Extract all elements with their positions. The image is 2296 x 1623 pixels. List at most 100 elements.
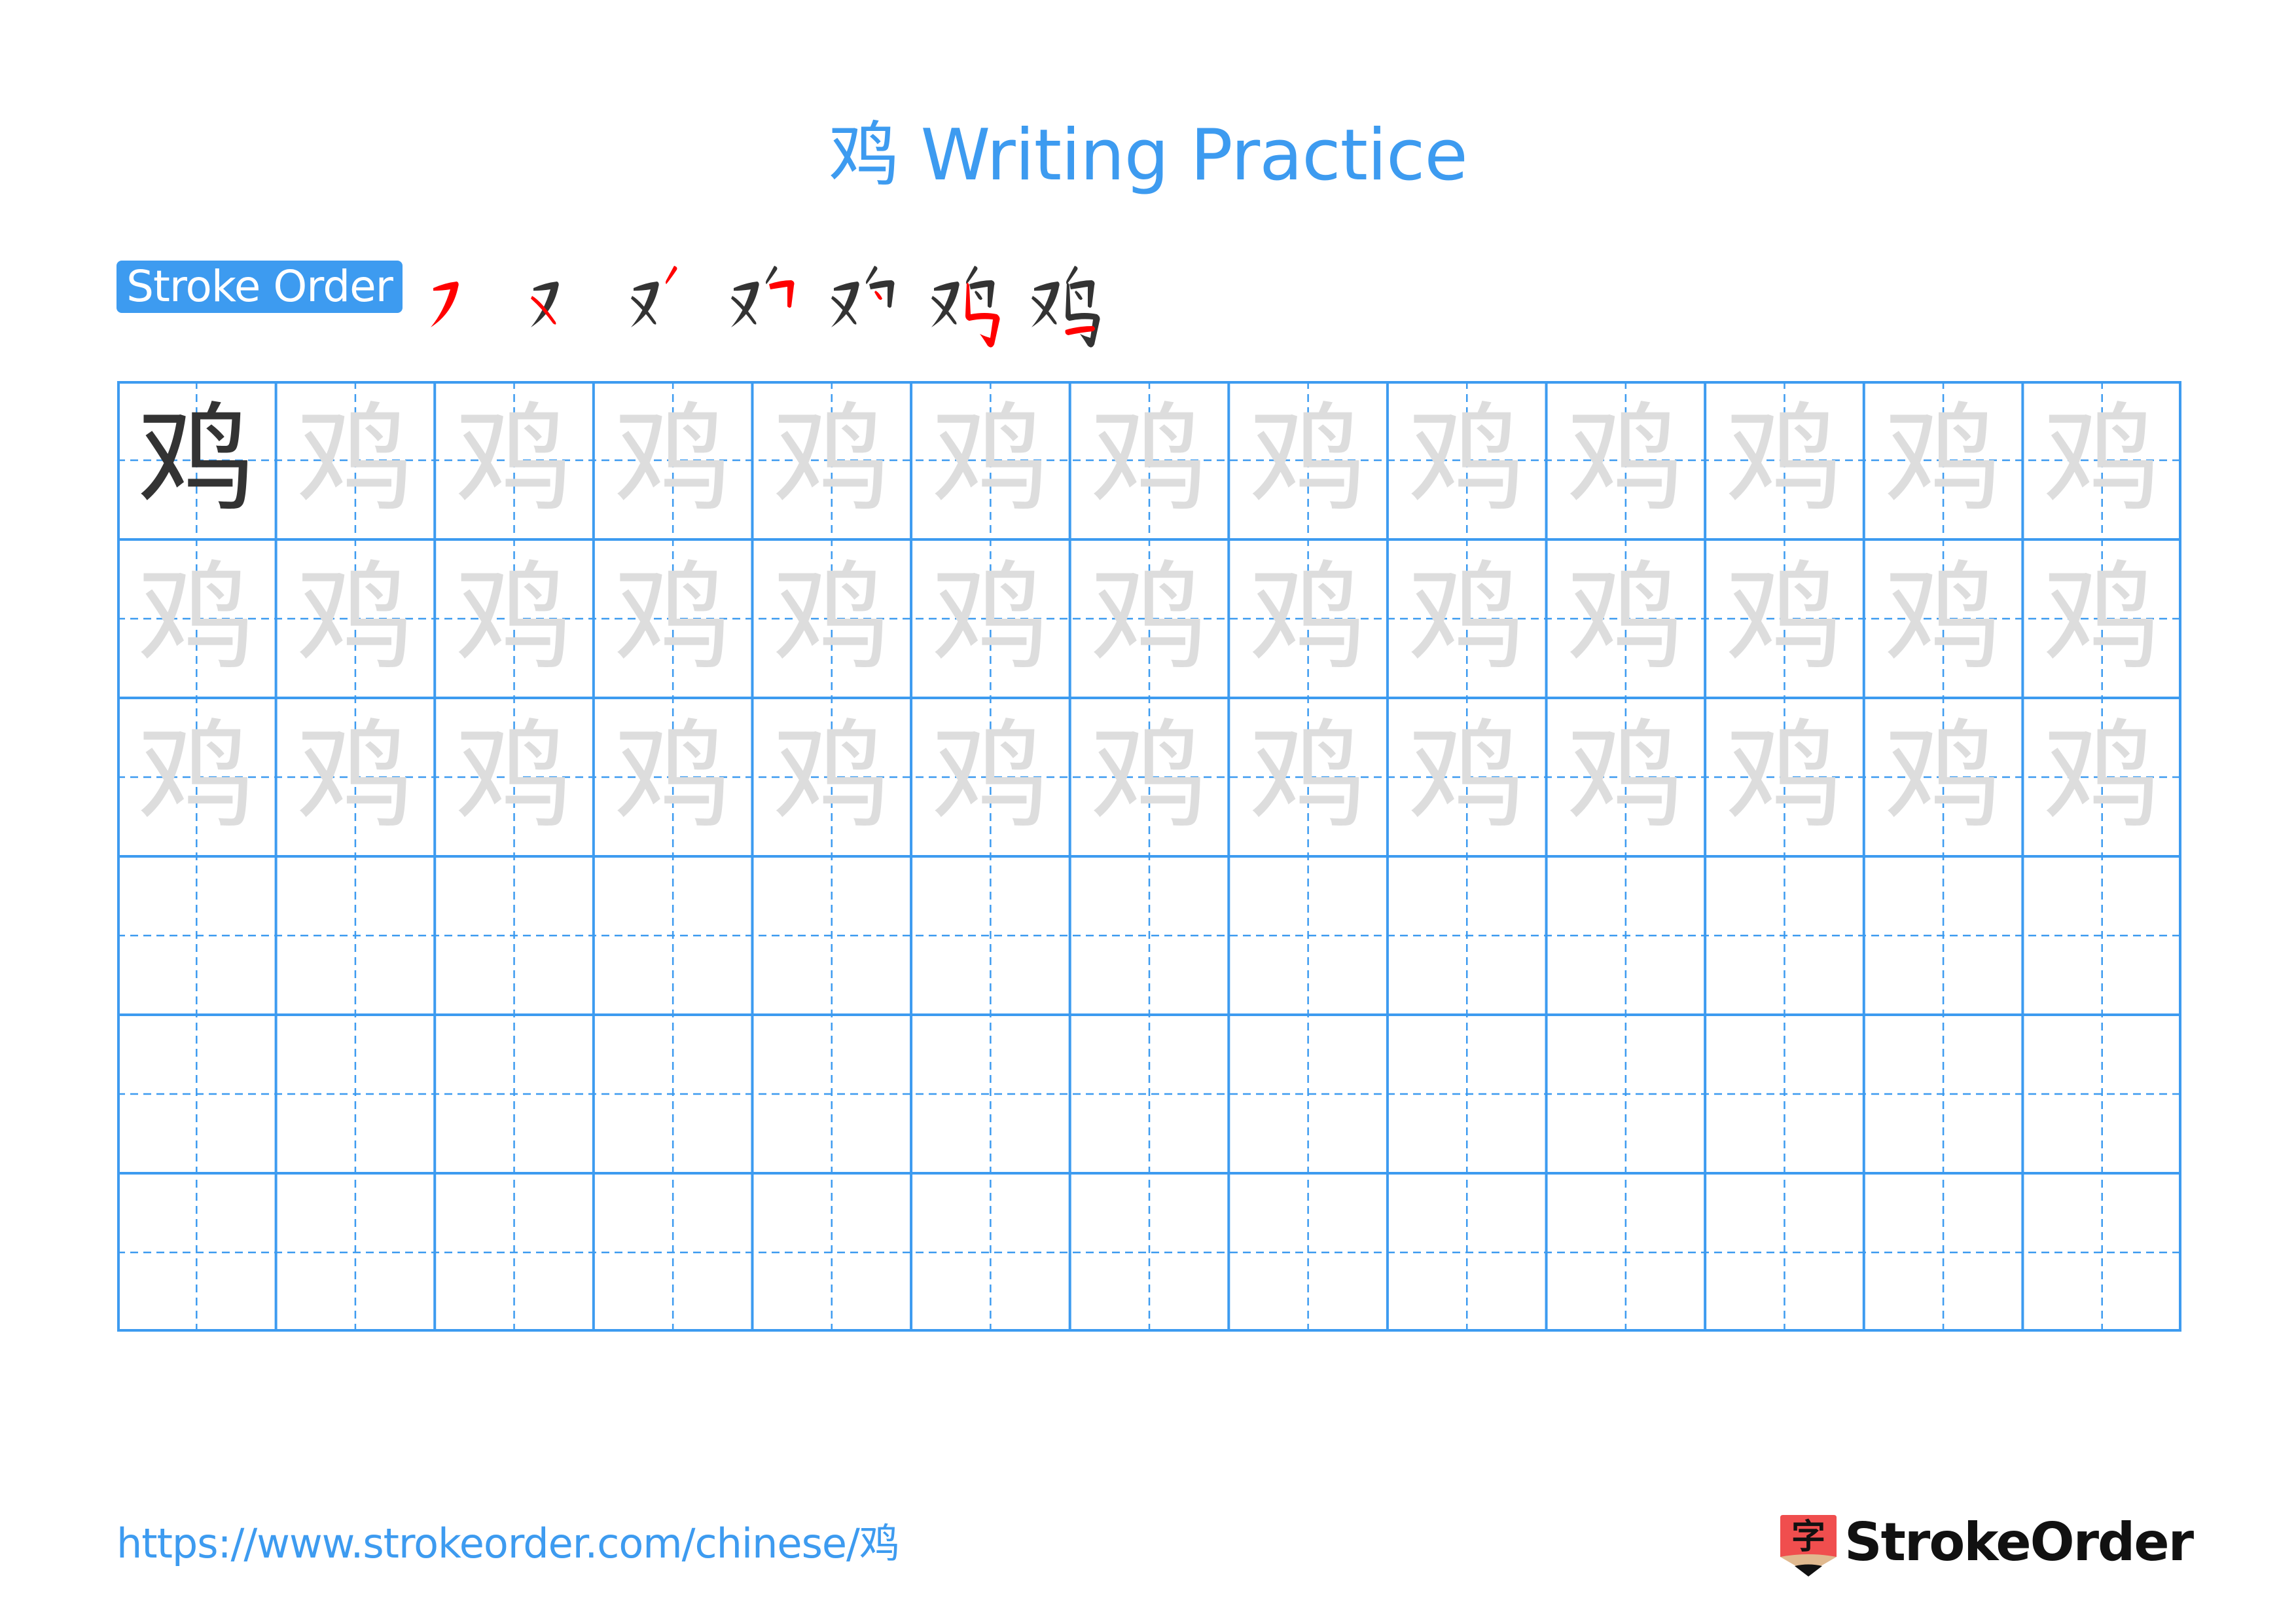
practice-cell[interactable] — [276, 1015, 435, 1173]
trace-character: 鸡 — [296, 392, 414, 528]
practice-cell[interactable]: 鸡 — [1229, 539, 1388, 698]
practice-cell[interactable]: 鸡 — [2022, 698, 2181, 856]
practice-cell[interactable]: 鸡 — [1864, 539, 2023, 698]
practice-cell[interactable]: 鸡 — [276, 539, 435, 698]
practice-cell[interactable] — [435, 1015, 594, 1173]
practice-cell[interactable] — [1547, 1173, 1706, 1332]
practice-cell[interactable]: 鸡 — [276, 698, 435, 856]
trace-character: 鸡 — [1725, 708, 1844, 845]
practice-cell[interactable]: 鸡 — [911, 698, 1070, 856]
stroke-step-5 — [819, 254, 918, 352]
practice-cell[interactable]: 鸡 — [1864, 381, 2023, 539]
practice-cell[interactable]: 鸡 — [1547, 381, 1706, 539]
trace-character: 鸡 — [772, 708, 891, 845]
practice-cell[interactable] — [1229, 1173, 1388, 1332]
practice-cell[interactable] — [2022, 1173, 2181, 1332]
trace-character: 鸡 — [1408, 550, 1526, 687]
practice-cell[interactable]: 鸡 — [1705, 381, 1864, 539]
practice-cell[interactable]: 鸡 — [435, 539, 594, 698]
trace-character: 鸡 — [1884, 392, 2003, 528]
trace-character: 鸡 — [1566, 708, 1685, 845]
practice-cell[interactable]: 鸡 — [752, 539, 911, 698]
practice-cell[interactable]: 鸡 — [1705, 539, 1864, 698]
practice-cell[interactable] — [1070, 1015, 1229, 1173]
trace-character: 鸡 — [2043, 392, 2161, 528]
logo-wordmark: StrokeOrder — [1844, 1512, 2194, 1573]
practice-cell[interactable] — [2022, 1015, 2181, 1173]
practice-cell[interactable] — [752, 856, 911, 1015]
practice-cell[interactable] — [1705, 1015, 1864, 1173]
practice-cell[interactable]: 鸡 — [1070, 698, 1229, 856]
practice-cell[interactable]: 鸡 — [1388, 539, 1547, 698]
practice-cell[interactable] — [911, 1015, 1070, 1173]
practice-cell[interactable]: 鸡 — [594, 539, 753, 698]
practice-cell[interactable] — [1070, 856, 1229, 1015]
practice-cell[interactable] — [1705, 856, 1864, 1015]
practice-cell[interactable]: 鸡 — [117, 698, 276, 856]
practice-cell[interactable] — [435, 1173, 594, 1332]
svg-text:字: 字 — [1791, 1518, 1825, 1557]
practice-cell[interactable]: 鸡 — [1070, 539, 1229, 698]
practice-cell[interactable]: 鸡 — [1547, 698, 1706, 856]
stroke-step-7-glyph-icon — [1031, 266, 1100, 348]
practice-cell[interactable] — [752, 1015, 911, 1173]
practice-cell[interactable] — [911, 856, 1070, 1015]
trace-character: 鸡 — [931, 550, 1050, 687]
practice-cell[interactable]: 鸡 — [1705, 698, 1864, 856]
practice-cell[interactable] — [594, 1173, 753, 1332]
practice-cell[interactable] — [1705, 1173, 1864, 1332]
practice-cell[interactable] — [1229, 1015, 1388, 1173]
practice-cell[interactable] — [1388, 856, 1547, 1015]
practice-cell[interactable] — [1547, 856, 1706, 1015]
practice-cell[interactable]: 鸡 — [911, 381, 1070, 539]
practice-cell[interactable] — [117, 1173, 276, 1332]
practice-cell[interactable] — [276, 1173, 435, 1332]
trace-character: 鸡 — [2043, 708, 2161, 845]
practice-cell[interactable] — [911, 1173, 1070, 1332]
practice-cell[interactable]: 鸡 — [594, 381, 753, 539]
practice-cell[interactable] — [1864, 1173, 2023, 1332]
practice-cell[interactable] — [2022, 856, 2181, 1015]
practice-cell[interactable] — [594, 1015, 753, 1173]
stroke-step-5-glyph-icon — [831, 266, 895, 327]
practice-cell[interactable]: 鸡 — [1229, 698, 1388, 856]
practice-cell[interactable]: 鸡 — [911, 539, 1070, 698]
practice-cell[interactable] — [1547, 1015, 1706, 1173]
source-url-link[interactable]: https://www.strokeorder.com/chinese/鸡 — [117, 1518, 900, 1570]
practice-cell[interactable]: 鸡 — [752, 381, 911, 539]
practice-cell[interactable]: 鸡 — [276, 381, 435, 539]
practice-cell[interactable] — [1864, 856, 2023, 1015]
trace-character: 鸡 — [1408, 708, 1526, 845]
stroke-step-4 — [719, 254, 817, 352]
practice-cell[interactable] — [1388, 1015, 1547, 1173]
practice-cell[interactable]: 鸡 — [594, 698, 753, 856]
practice-cell[interactable] — [117, 856, 276, 1015]
practice-cell[interactable] — [1070, 1173, 1229, 1332]
practice-cell[interactable]: 鸡 — [1070, 381, 1229, 539]
practice-cell[interactable]: 鸡 — [435, 698, 594, 856]
practice-cell[interactable]: 鸡 — [1388, 698, 1547, 856]
stroke-step-2 — [519, 254, 617, 352]
trace-character: 鸡 — [1090, 550, 1208, 687]
practice-cell[interactable]: 鸡 — [435, 381, 594, 539]
practice-cell[interactable] — [1388, 1173, 1547, 1332]
practice-cell[interactable]: 鸡 — [752, 698, 911, 856]
practice-cell[interactable] — [1229, 856, 1388, 1015]
practice-cell[interactable] — [435, 856, 594, 1015]
practice-cell[interactable]: 鸡 — [1864, 698, 2023, 856]
practice-cell[interactable] — [1864, 1015, 2023, 1173]
trace-character: 鸡 — [1249, 708, 1367, 845]
practice-cell[interactable]: 鸡 — [2022, 539, 2181, 698]
practice-cell[interactable]: 鸡 — [1547, 539, 1706, 698]
practice-cell[interactable]: 鸡 — [117, 381, 276, 539]
practice-cell[interactable] — [594, 856, 753, 1015]
practice-cell[interactable] — [276, 856, 435, 1015]
trace-character: 鸡 — [1566, 550, 1685, 687]
practice-cell[interactable]: 鸡 — [2022, 381, 2181, 539]
practice-cell[interactable]: 鸡 — [1229, 381, 1388, 539]
practice-cell[interactable] — [117, 1015, 276, 1173]
practice-cell[interactable]: 鸡 — [1388, 381, 1547, 539]
practice-cell[interactable] — [752, 1173, 911, 1332]
trace-character: 鸡 — [296, 708, 414, 845]
practice-cell[interactable]: 鸡 — [117, 539, 276, 698]
